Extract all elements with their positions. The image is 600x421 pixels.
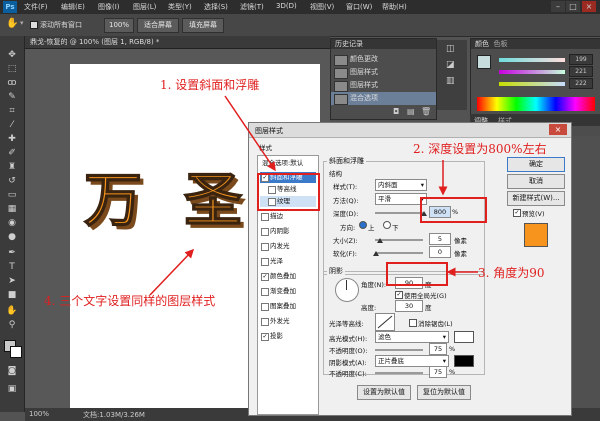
annotation-4: 4. 三个文字设置同样的图层样式 [44, 294, 216, 308]
arrow-4 [149, 248, 195, 296]
annotation-3: 3. 角度为90 [478, 266, 545, 280]
arrow-1 [224, 95, 276, 172]
annotation-1: 1. 设置斜面和浮雕 [160, 78, 260, 92]
annotation-arrows [149, 95, 478, 296]
annotation-2: 2. 深度设置为800%左右 [413, 142, 547, 156]
